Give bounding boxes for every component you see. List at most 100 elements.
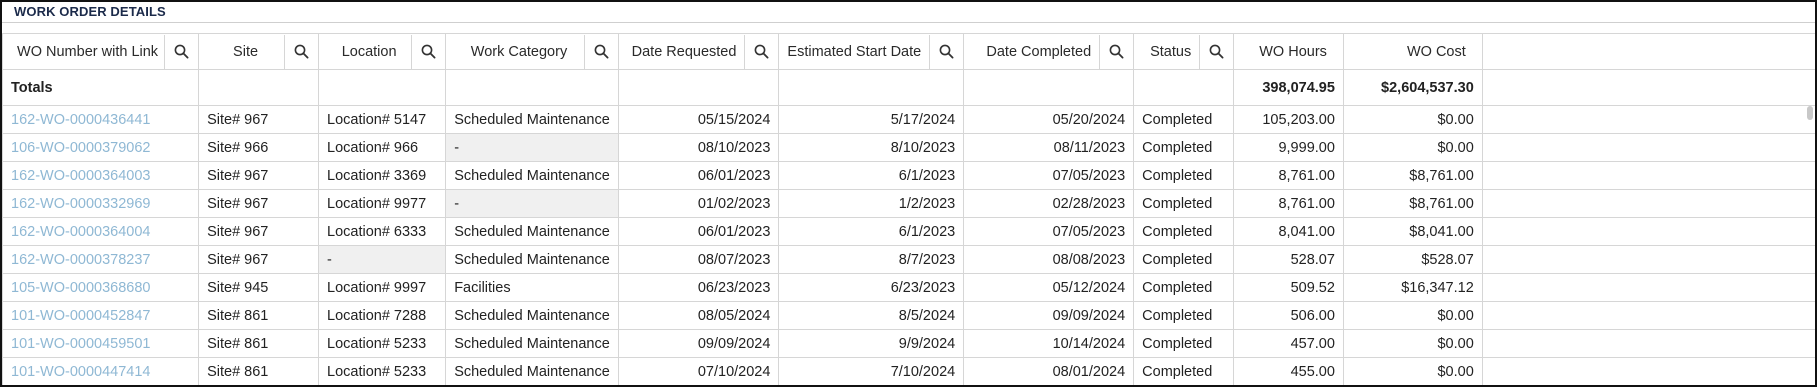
row-filler [1481, 329, 1815, 358]
wo-number-link[interactable]: 101-WO-0000447414 [2, 357, 200, 385]
wo-number-link[interactable]: 105-WO-0000368680 [2, 273, 200, 302]
totals-filler [1481, 69, 1815, 106]
site-cell: Site# 967 [198, 105, 320, 134]
totals-site [198, 69, 320, 106]
wo-hours-cell: 457.00 [1233, 329, 1344, 358]
table-row[interactable]: 162-WO-0000364004 Site# 967 Location# 6333… [2, 217, 1815, 246]
wo-cost-cell: $0.00 [1342, 133, 1483, 162]
wo-number-link[interactable]: 162-WO-0000378237 [2, 245, 200, 274]
site-cell: Site# 945 [198, 273, 320, 302]
wo-cost-cell: $0.00 [1342, 105, 1483, 134]
column-header-label: Date Completed [986, 43, 1092, 60]
estimated-start-cell: 9/9/2024 [778, 329, 965, 358]
status-cell: Completed [1133, 245, 1235, 274]
work-category-cell: Scheduled Maintenance [445, 161, 619, 190]
wo-number-link[interactable]: 162-WO-0000364004 [2, 217, 200, 246]
location-cell: - [318, 245, 447, 274]
date-completed-cell: 05/12/2024 [963, 273, 1135, 302]
column-header-label: Date Requested [631, 43, 737, 60]
table-row[interactable]: 162-WO-0000378237 Site# 967- Scheduled Mai… [2, 245, 1815, 274]
wo-cost-cell: $0.00 [1342, 329, 1483, 358]
estimated-start-cell: 1/2/2023 [778, 189, 965, 218]
work-order-table: WO Number with Link Site Location Work Cate… [2, 33, 1815, 385]
vertical-scrollbar[interactable] [1807, 106, 1813, 120]
wo-number-link[interactable]: 106-WO-0000379062 [2, 133, 200, 162]
site-cell: Site# 861 [198, 301, 320, 330]
column-header-label: WO Cost [1406, 43, 1466, 60]
column-header-label: Location [341, 43, 397, 60]
estimated-start-cell: 6/1/2023 [778, 217, 965, 246]
status-cell: Completed [1133, 329, 1235, 358]
search-icon[interactable] [411, 34, 444, 69]
status-cell: Completed [1133, 161, 1235, 190]
column-header-label: WO Number with Link [17, 43, 159, 60]
wo-number-link[interactable]: 162-WO-0000364003 [2, 161, 200, 190]
work-category-cell: Scheduled Maintenance [445, 329, 619, 358]
column-header-wo-cost[interactable]: WO Cost [1342, 33, 1483, 70]
date-completed-cell: 10/14/2024 [963, 329, 1135, 358]
location-cell: Location# 9997 [318, 273, 447, 302]
column-header-label: Site [233, 43, 259, 60]
estimated-start-cell: 5/17/2024 [778, 105, 965, 134]
table-body: Totals 398,074.95 $2,604,537.30 162-WO-0… [2, 69, 1815, 385]
column-header-date-completed[interactable]: Date Completed [963, 33, 1135, 70]
wo-hours-cell: 528.07 [1233, 245, 1344, 274]
row-filler [1481, 357, 1815, 385]
table-row[interactable]: 101-WO-0000459501 Site# 861 Location# 5233… [2, 329, 1815, 358]
date-completed-cell: 07/05/2023 [963, 217, 1135, 246]
column-header-wo-number-with-link[interactable]: WO Number with Link [2, 33, 200, 70]
column-header-label: Status [1150, 43, 1192, 60]
work-category-cell: - [445, 189, 619, 218]
column-header-location[interactable]: Location [318, 33, 447, 70]
status-cell: Completed [1133, 133, 1235, 162]
search-icon[interactable] [1199, 34, 1232, 69]
site-cell: Site# 967 [198, 189, 320, 218]
column-header-site[interactable]: Site [198, 33, 320, 70]
column-header-status[interactable]: Status [1133, 33, 1235, 70]
wo-cost-cell: $16,347.12 [1342, 273, 1483, 302]
work-category-cell: Facilities [445, 273, 619, 302]
date-completed-cell: 07/05/2023 [963, 161, 1135, 190]
search-icon[interactable] [929, 34, 963, 69]
status-cell: Completed [1133, 357, 1235, 385]
site-cell: Site# 966 [198, 133, 320, 162]
row-filler [1481, 245, 1815, 274]
search-icon[interactable] [744, 34, 778, 69]
search-icon[interactable] [164, 34, 197, 69]
wo-hours-cell: 105,203.00 [1233, 105, 1344, 134]
site-cell: Site# 967 [198, 245, 320, 274]
row-filler [1481, 217, 1815, 246]
table-row[interactable]: 162-WO-0000364003 Site# 967 Location# 3369… [2, 161, 1815, 190]
search-icon[interactable] [583, 34, 618, 69]
table-row[interactable]: 101-WO-0000447414 Site# 861 Location# 5233… [2, 357, 1815, 385]
date-requested-cell: 09/09/2024 [617, 329, 780, 358]
table-row[interactable]: 162-WO-0000436441 Site# 967 Location# 5147… [2, 105, 1815, 134]
estimated-start-cell: 7/10/2024 [778, 357, 965, 385]
column-header-label: WO Hours [1259, 43, 1327, 60]
search-icon[interactable] [1099, 34, 1133, 69]
table-row[interactable]: 106-WO-0000379062 Site# 966 Location# 966-… [2, 133, 1815, 162]
column-header-date-requested[interactable]: Date Requested [617, 33, 780, 70]
wo-hours-cell: 455.00 [1233, 357, 1344, 385]
totals-requested [617, 69, 780, 106]
table-row[interactable]: 105-WO-0000368680 Site# 945 Location# 9997… [2, 273, 1815, 302]
location-cell: Location# 5233 [318, 329, 447, 358]
column-header-work-category[interactable]: Work Category [445, 33, 619, 70]
wo-number-link[interactable]: 162-WO-0000436441 [2, 105, 200, 134]
wo-number-link[interactable]: 101-WO-0000459501 [2, 329, 200, 358]
wo-number-link[interactable]: 162-WO-0000332969 [2, 189, 200, 218]
wo-cost-cell: $0.00 [1342, 301, 1483, 330]
table-row[interactable]: 101-WO-0000452847 Site# 861 Location# 7288… [2, 301, 1815, 330]
column-header-estimated-start-date[interactable]: Estimated Start Date [778, 33, 965, 70]
work-category-cell: - [445, 133, 619, 162]
wo-number-link[interactable]: 101-WO-0000452847 [2, 301, 200, 330]
wo-cost-cell: $8,761.00 [1342, 161, 1483, 190]
totals-category [445, 69, 619, 106]
status-cell: Completed [1133, 105, 1235, 134]
date-requested-cell: 01/02/2023 [617, 189, 780, 218]
table-row[interactable]: 162-WO-0000332969 Site# 967 Location# 9977… [2, 189, 1815, 218]
column-header-wo-hours[interactable]: WO Hours [1233, 33, 1344, 70]
wo-cost-cell: $8,041.00 [1342, 217, 1483, 246]
site-cell: Site# 861 [198, 357, 320, 385]
search-icon[interactable] [284, 34, 318, 69]
